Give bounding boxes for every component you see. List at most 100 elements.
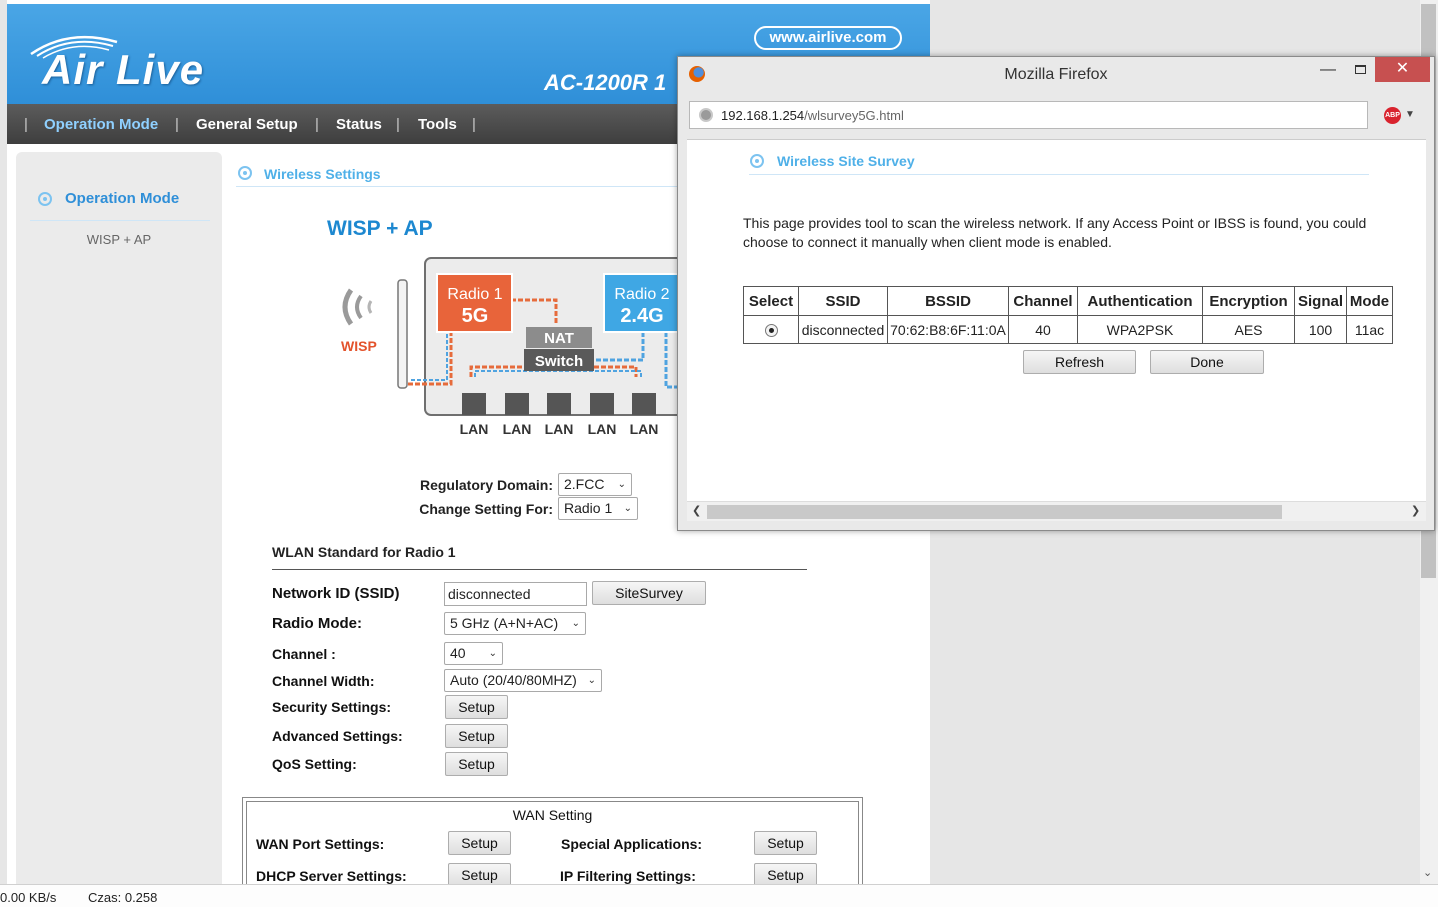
minimize-button[interactable]: — [1316, 61, 1340, 79]
scroll-left-icon[interactable]: ❮ [692, 504, 701, 517]
url-host: 192.168.1.254 [721, 108, 805, 123]
radio2-band: 2.4G [620, 305, 663, 327]
wlan-standard-title: WLAN Standard for Radio 1 [272, 544, 456, 560]
url-text[interactable]: 192.168.1.254/wlsurvey5G.html [721, 108, 904, 123]
horizontal-scrollbar[interactable]: ❮ ❯ [687, 501, 1426, 521]
qos-setting-label: QoS Setting: [272, 756, 357, 772]
sitesurvey-button[interactable]: SiteSurvey [592, 581, 706, 605]
table-row: disconnected 70:62:B8:6F:11:0A 40 WPA2PS… [743, 315, 1393, 344]
channel-select[interactable]: 40 ⌄ [444, 642, 503, 665]
chevron-down-icon[interactable]: ▼ [1405, 109, 1415, 120]
security-setup-button[interactable]: Setup [445, 695, 508, 719]
load-time: Czas: 0.258 [88, 890, 158, 905]
encryption-cell: AES [1202, 315, 1295, 344]
advanced-setup-button[interactable]: Setup [445, 724, 508, 748]
close-button[interactable]: ✕ [1375, 57, 1430, 82]
airlive-url-badge[interactable]: www.airlive.com [754, 26, 902, 50]
adblock-icon[interactable]: ABP [1384, 107, 1401, 124]
chevron-down-icon: ⌄ [571, 618, 580, 629]
globe-icon [699, 108, 713, 122]
table-header-row: Select SSID BSSID Channel Authentication… [743, 286, 1393, 316]
select-value: Radio 1 [564, 500, 613, 516]
special-apps-setup-button[interactable]: Setup [754, 831, 817, 855]
nav-tools[interactable]: Tools [418, 116, 457, 133]
site-survey-table: Select SSID BSSID Channel Authentication… [743, 286, 1393, 344]
column-header: Channel [1008, 286, 1078, 316]
channel-label: Channel : [272, 646, 336, 662]
lan-label: LAN [545, 421, 574, 437]
done-button[interactable]: Done [1150, 350, 1264, 374]
firefox-popup-window: Mozilla Firefox — ✕ 192.168.1.254/wlsurv… [677, 56, 1435, 531]
lan-label: LAN [503, 421, 532, 437]
chevron-down-icon: ⌄ [488, 648, 497, 659]
regulatory-domain-label: Regulatory Domain: [419, 477, 553, 493]
ssid-input[interactable]: disconnected [444, 582, 587, 606]
bssid-cell: 70:62:B8:6F:11:0A [887, 315, 1009, 344]
channel-width-select[interactable]: Auto (20/40/80MHZ) ⌄ [444, 669, 602, 692]
mode-cell: 11ac [1346, 315, 1393, 344]
ip-filtering-label: IP Filtering Settings: [560, 868, 696, 884]
dhcp-server-label: DHCP Server Settings: [256, 868, 407, 884]
chevron-down-icon: ⌄ [617, 479, 626, 490]
sidebar-item-operation-mode[interactable]: Operation Mode [65, 190, 179, 207]
maximize-button[interactable] [1348, 61, 1372, 77]
nav-status[interactable]: Status [336, 116, 382, 133]
lan-label: LAN [588, 421, 617, 437]
radio-mode-select[interactable]: 5 GHz (A+N+AC) ⌄ [444, 612, 586, 635]
regulatory-domain-select[interactable]: 2.FCC ⌄ [558, 473, 632, 496]
select-cell [743, 315, 799, 344]
scroll-right-icon[interactable]: ❯ [1411, 504, 1420, 517]
column-header: SSID [798, 286, 888, 316]
column-header: Encryption [1202, 286, 1295, 316]
ip-filtering-setup-button[interactable]: Setup [754, 863, 817, 884]
radio1-label: Radio 1 [447, 286, 502, 303]
change-setting-select[interactable]: Radio 1 ⌄ [558, 497, 638, 520]
nav-separator: | [315, 116, 319, 133]
nav-separator: | [396, 116, 400, 133]
maximize-icon [1354, 65, 1366, 74]
model-name: AC-1200R 1 [544, 70, 667, 95]
column-header: BSSID [887, 286, 1009, 316]
wifi-signal-icon [342, 288, 373, 326]
lan-port [547, 393, 571, 415]
auth-cell: WPA2PSK [1077, 315, 1203, 344]
transfer-speed: 0.00 KB/s [0, 890, 57, 905]
nav-operation-mode[interactable]: Operation Mode [44, 116, 158, 133]
url-path: /wlsurvey5G.html [804, 108, 904, 123]
wan-setting-title: WAN Setting [512, 807, 593, 823]
select-value: Auto (20/40/80MHZ) [450, 672, 577, 688]
antenna-icon [397, 279, 408, 389]
divider [30, 220, 210, 221]
survey-description: This page provides tool to scan the wire… [743, 215, 1367, 250]
target-icon [750, 154, 764, 168]
nav-general-setup[interactable]: General Setup [196, 116, 298, 133]
refresh-button[interactable]: Refresh [1023, 350, 1136, 374]
airlive-logo: Air Live [42, 46, 205, 93]
dhcp-setup-button[interactable]: Setup [448, 863, 511, 884]
lan-label: LAN [460, 421, 489, 437]
wan-port-setup-button[interactable]: Setup [448, 831, 511, 855]
target-icon [38, 192, 52, 206]
wan-setting-inner: WAN Setting WAN Port Settings: Setup Spe… [246, 801, 859, 884]
column-header: Signal [1294, 286, 1347, 316]
url-bar[interactable]: 192.168.1.254/wlsurvey5G.html [689, 101, 1368, 129]
sidebar-item-wisp-ap[interactable]: WISP + AP [16, 232, 222, 247]
section-title: Wireless Settings [264, 166, 381, 182]
column-header: Authentication [1077, 286, 1203, 316]
radio2-label: Radio 2 [614, 286, 669, 303]
scroll-down-icon[interactable]: ⌄ [1423, 866, 1432, 879]
wan-port-label: WAN Port Settings: [256, 836, 385, 852]
nav-separator: | [472, 116, 476, 133]
security-settings-label: Security Settings: [272, 699, 392, 715]
qos-setup-button[interactable]: Setup [445, 752, 508, 776]
channel-cell: 40 [1008, 315, 1078, 344]
horizontal-scrollbar-thumb[interactable] [707, 505, 1282, 519]
divider [749, 174, 1369, 175]
select-radio[interactable] [764, 324, 778, 338]
divider [272, 569, 807, 570]
target-icon [238, 166, 252, 180]
select-value: 2.FCC [564, 476, 605, 492]
lan-port [632, 393, 656, 415]
chevron-down-icon: ⌄ [587, 675, 596, 686]
signal-cell: 100 [1294, 315, 1347, 344]
